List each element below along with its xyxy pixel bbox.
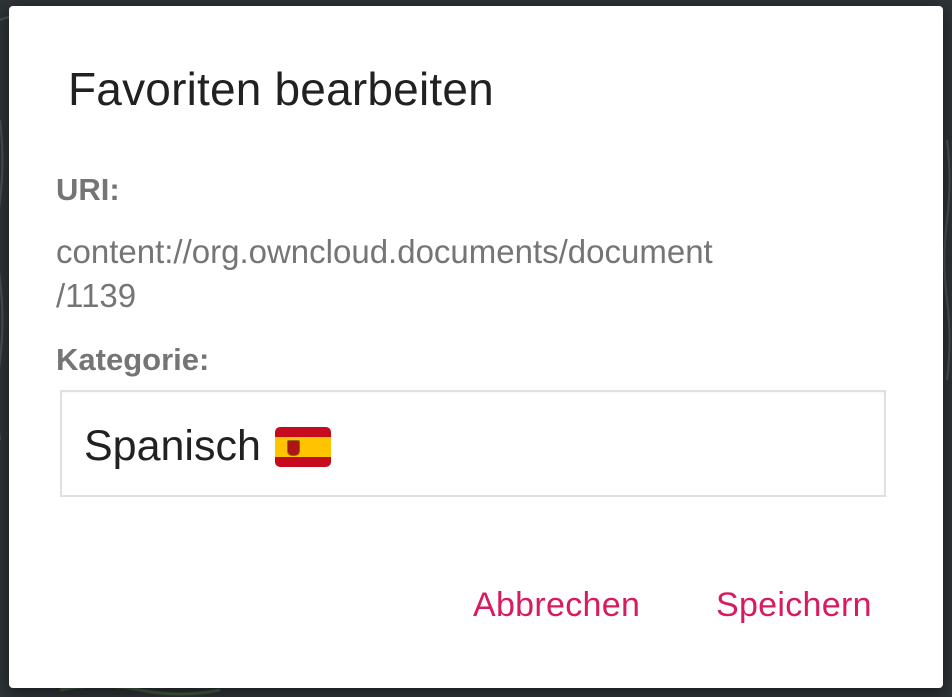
- category-input-value: Spanisch: [84, 422, 261, 470]
- edit-favorite-dialog: Favoriten bearbeiten URI: content://org.…: [9, 6, 943, 688]
- uri-label: URI:: [56, 172, 120, 207]
- cancel-button[interactable]: Abbrechen: [473, 586, 640, 625]
- uri-value-line-2: /1139: [56, 277, 137, 314]
- category-input-content[interactable]: Spanisch: [84, 422, 331, 471]
- uri-value: content://org.owncloud.documents/documen…: [56, 230, 876, 318]
- save-button[interactable]: Speichern: [716, 586, 872, 625]
- spain-flag-icon: [274, 426, 331, 467]
- category-input[interactable]: Spanisch: [60, 390, 886, 497]
- category-label: Kategorie:: [56, 342, 210, 377]
- dialog-title: Favoriten bearbeiten: [68, 63, 494, 115]
- uri-value-line-1: content://org.owncloud.documents/documen…: [56, 233, 713, 270]
